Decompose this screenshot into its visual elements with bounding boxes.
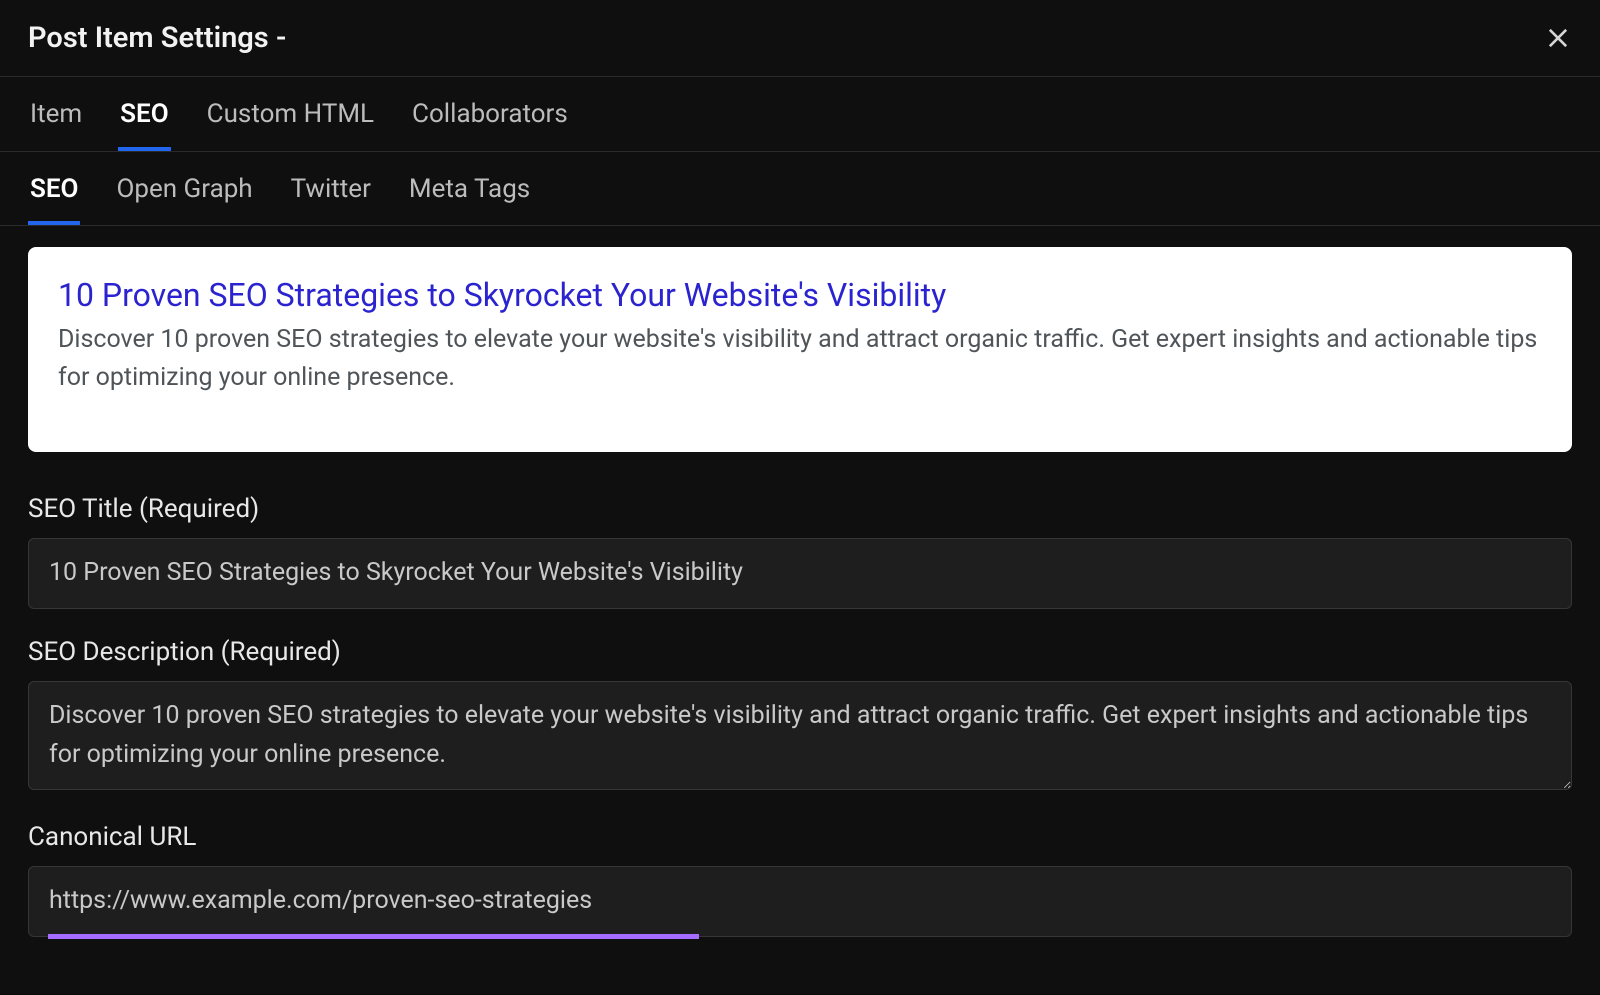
canonical-url-field: Canonical URL xyxy=(28,822,1572,937)
canonical-url-label: Canonical URL xyxy=(28,822,1572,852)
seo-title-input[interactable] xyxy=(28,538,1572,609)
panel-title: Post Item Settings - xyxy=(28,21,287,55)
tab-custom-html[interactable]: Custom HTML xyxy=(205,77,376,151)
search-preview-card: 10 Proven SEO Strategies to Skyrocket Yo… xyxy=(28,247,1572,452)
subtab-open-graph[interactable]: Open Graph xyxy=(114,152,254,225)
seo-description-input[interactable] xyxy=(28,681,1572,791)
seo-description-label: SEO Description (Required) xyxy=(28,637,1572,667)
seo-title-label: SEO Title (Required) xyxy=(28,494,1572,524)
seo-title-field: SEO Title (Required) xyxy=(28,494,1572,609)
tab-item[interactable]: Item xyxy=(28,77,84,151)
preview-title: 10 Proven SEO Strategies to Skyrocket Yo… xyxy=(58,275,1542,315)
content-area: 10 Proven SEO Strategies to Skyrocket Yo… xyxy=(0,226,1600,993)
canonical-url-input[interactable] xyxy=(28,866,1572,937)
preview-description: Discover 10 proven SEO strategies to ele… xyxy=(58,321,1542,396)
seo-description-field: SEO Description (Required) xyxy=(28,637,1572,795)
subtab-meta-tags[interactable]: Meta Tags xyxy=(407,152,532,225)
secondary-tabs: SEO Open Graph Twitter Meta Tags xyxy=(0,152,1600,226)
settings-panel: Post Item Settings - Item SEO Custom HTM… xyxy=(0,0,1600,993)
subtab-twitter[interactable]: Twitter xyxy=(289,152,373,225)
highlight-underline xyxy=(48,934,699,939)
tab-collaborators[interactable]: Collaborators xyxy=(410,77,570,151)
close-icon[interactable] xyxy=(1544,24,1572,52)
panel-header: Post Item Settings - xyxy=(0,0,1600,77)
tab-seo[interactable]: SEO xyxy=(118,77,170,151)
primary-tabs: Item SEO Custom HTML Collaborators xyxy=(0,77,1600,152)
subtab-seo[interactable]: SEO xyxy=(28,152,80,225)
